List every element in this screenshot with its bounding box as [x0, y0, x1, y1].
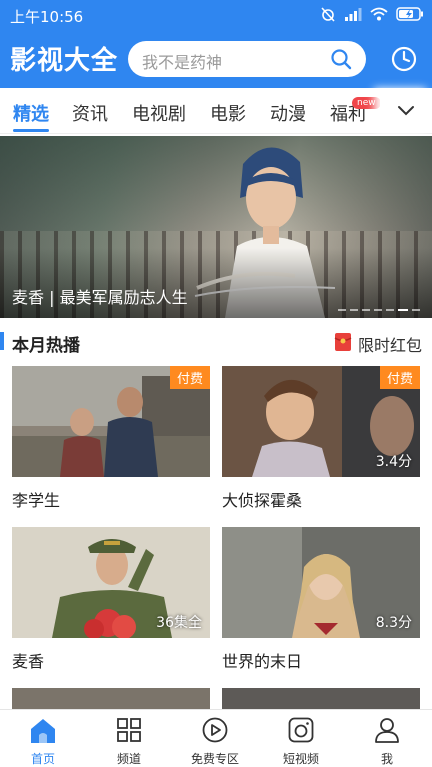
home-icon — [31, 719, 55, 743]
rating: 8.3分 — [375, 615, 412, 631]
tab-movies[interactable]: 电影 — [210, 100, 246, 126]
tab-featured[interactable]: 精选 — [13, 100, 49, 126]
video-thumbnail[interactable]: 付费 — [12, 366, 210, 477]
carousel-dot — [362, 309, 370, 311]
tab-anime[interactable]: 动漫 — [270, 100, 306, 126]
section-accent — [0, 332, 4, 350]
active-tab-indicator — [13, 129, 49, 132]
top-header: 上午10:56 影视大全 我不是药神 — [0, 0, 432, 88]
nav-short-video[interactable]: 短视频 — [258, 710, 344, 767]
carousel-dot — [350, 309, 358, 311]
nav-home[interactable]: 首页 — [0, 710, 86, 767]
video-card[interactable]: 8.3分 世界的末日 — [222, 527, 420, 671]
rating: 3.4分 — [375, 454, 412, 470]
category-tabs: 精选 资讯 电视剧 电影 动漫 福利 — [0, 88, 432, 134]
bottom-navigation: 首页 频道 免费专区 短视频 我 — [0, 709, 432, 767]
carousel-dot-active — [398, 309, 408, 311]
video-card[interactable]: 36集全 麦香 — [12, 527, 210, 671]
camera-icon — [288, 717, 314, 743]
grid-icon — [117, 718, 141, 742]
video-card[interactable]: 付费 3.4分 大侦探霍桑 — [222, 366, 420, 510]
carousel-indicator — [338, 309, 420, 311]
episode-count: 36集全 — [156, 615, 202, 631]
video-card[interactable]: 付费 李学生 — [12, 366, 210, 510]
signal-icon — [345, 8, 362, 21]
user-icon — [375, 718, 399, 743]
video-title[interactable]: 大侦探霍桑 — [222, 487, 302, 511]
nav-profile[interactable]: 我 — [344, 710, 430, 767]
nav-free-zone[interactable]: 免费专区 — [172, 710, 258, 767]
nav-home-label: 首页 — [30, 752, 55, 766]
app-logo: 影视大全 — [10, 46, 119, 76]
video-title[interactable]: 李学生 — [12, 487, 60, 511]
video-title[interactable]: 麦香 — [12, 648, 44, 672]
section-title: 本月热播 — [12, 336, 80, 356]
status-icons — [320, 6, 424, 22]
carousel-dot — [374, 309, 382, 311]
nav-profile-label: 我 — [380, 752, 393, 766]
nav-free-zone-label: 免费专区 — [190, 752, 239, 766]
search-placeholder: 我不是药神 — [142, 53, 223, 72]
status-time: 上午10:56 — [10, 8, 84, 26]
promo-link[interactable]: 限时红包 — [358, 332, 422, 356]
battery-icon — [396, 7, 423, 21]
more-tabs-button[interactable] — [380, 88, 432, 133]
new-badge: new — [352, 97, 381, 109]
hero-banner[interactable]: 麦香 | 最美军属励志人生 — [0, 136, 432, 318]
video-thumbnail[interactable]: 36集全 — [12, 527, 210, 638]
video-thumbnail-partial[interactable] — [12, 688, 210, 709]
video-title[interactable]: 世界的末日 — [222, 648, 302, 672]
search-icon[interactable] — [330, 48, 352, 70]
history-clock-icon[interactable] — [391, 46, 417, 72]
nav-channels-label: 频道 — [116, 752, 141, 766]
carousel-dot — [386, 309, 394, 311]
play-circle-icon — [202, 717, 228, 743]
search-input[interactable]: 我不是药神 — [128, 41, 366, 77]
paid-badge: 付费 — [169, 366, 210, 389]
alarm-off-icon — [321, 7, 335, 22]
wifi-icon — [370, 7, 388, 21]
banner-caption: 麦香 | 最美军属励志人生 — [12, 288, 188, 307]
tab-news[interactable]: 资讯 — [72, 100, 108, 126]
carousel-dot — [412, 309, 420, 311]
status-bar: 上午10:56 — [0, 0, 432, 30]
video-thumbnail-partial[interactable] — [222, 688, 420, 709]
chevron-down-icon — [398, 106, 414, 116]
nav-channels[interactable]: 频道 — [86, 710, 172, 767]
nav-short-video-label: 短视频 — [282, 752, 319, 766]
tab-tv-series[interactable]: 电视剧 — [132, 100, 186, 126]
red-envelope-icon[interactable] — [334, 332, 352, 352]
app-screen: 上午10:56 影视大全 我不是药神 精选 资讯 电视剧 电影 动漫 福利 ne… — [0, 0, 432, 767]
paid-badge: 付费 — [379, 366, 420, 389]
video-thumbnail[interactable]: 付费 3.4分 — [222, 366, 420, 477]
carousel-dot — [338, 309, 346, 311]
video-thumbnail[interactable]: 8.3分 — [222, 527, 420, 638]
